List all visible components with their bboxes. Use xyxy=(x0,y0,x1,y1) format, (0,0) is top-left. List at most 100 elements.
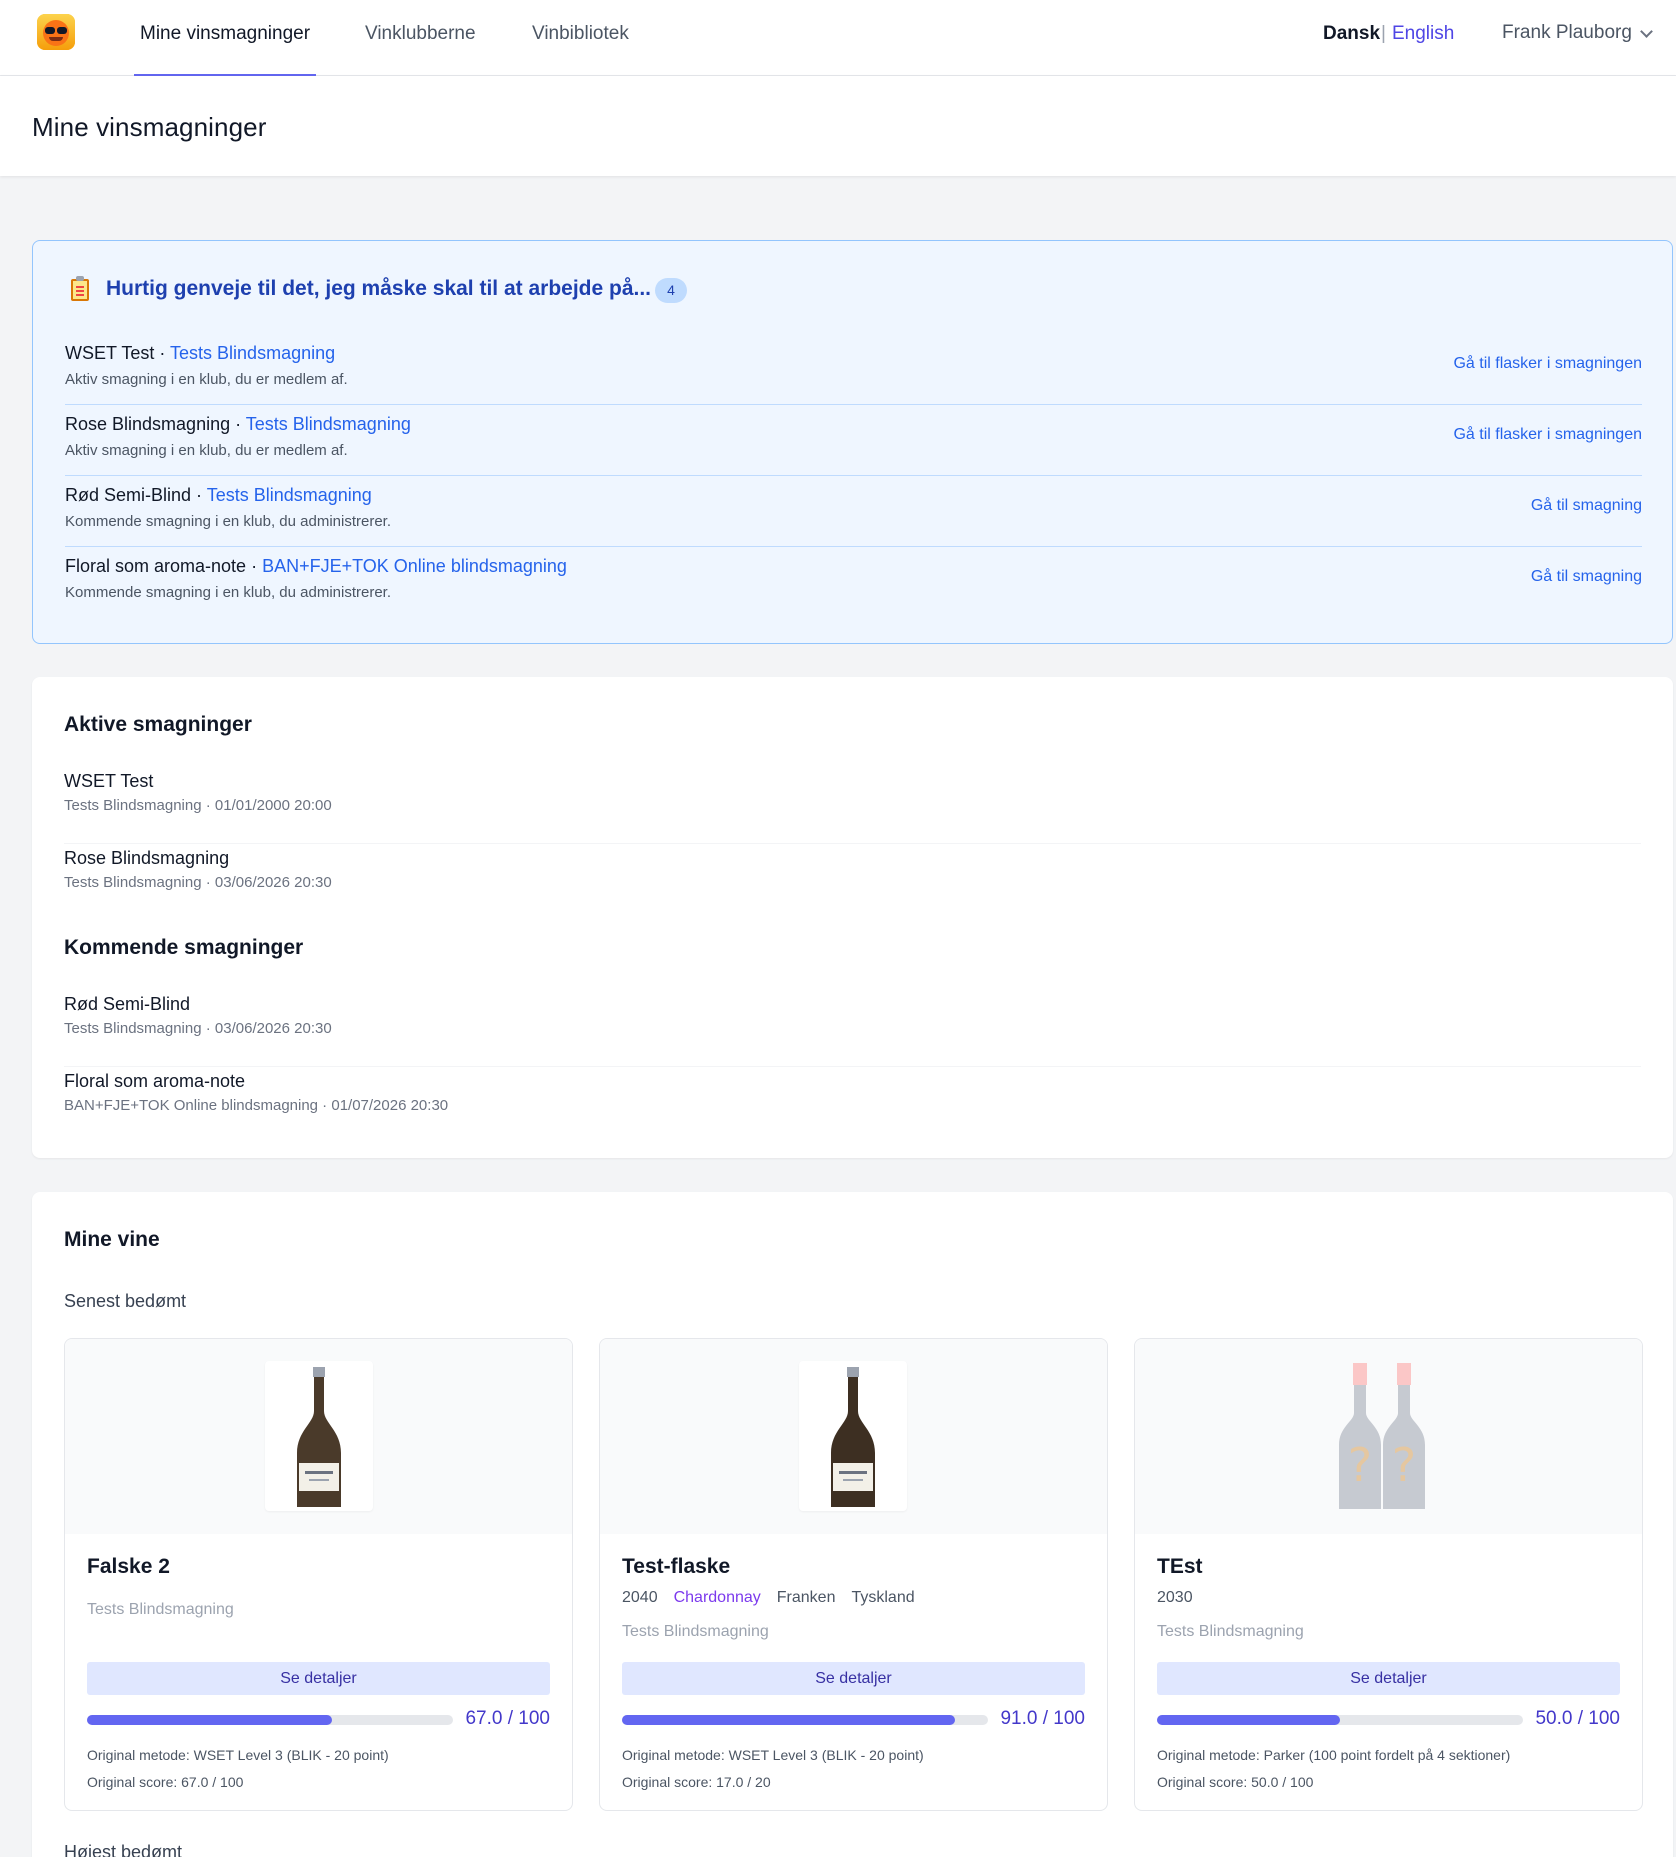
shortcut-item: Floral som aroma-note · BAN+FJE+TOK Onli… xyxy=(65,547,1642,618)
language-separator: | xyxy=(1381,23,1386,44)
wine-image-area: ? ? xyxy=(1135,1339,1642,1534)
shortcut-separator: · xyxy=(230,414,246,434)
wine-card: ? ? TEst 2030 Tests Blindsmagning Se det… xyxy=(1134,1338,1643,1811)
tasting-name: Rød Semi-Blind xyxy=(64,994,191,1014)
shortcut-action-link[interactable]: Gå til flasker i smagningen xyxy=(1453,426,1642,444)
language-english-link[interactable]: English xyxy=(1392,22,1454,46)
my-wines-card: Mine vine Senest bedømt Falske 2 Tests B… xyxy=(32,1192,1673,1857)
chevron-down-icon[interactable] xyxy=(1640,25,1653,38)
tasting-row[interactable]: Rød Semi-Blind Tests Blindsmagning · 03/… xyxy=(64,990,1641,1067)
wine-name: Falske 2 xyxy=(87,1555,170,1578)
shortcut-club-link[interactable]: Tests Blindsmagning xyxy=(207,485,372,505)
tasting-name: Floral som aroma-note xyxy=(64,1071,246,1091)
original-score: Original score: 17.0 / 20 xyxy=(622,1774,771,1790)
wine-tags: 2030 xyxy=(1157,1589,1209,1607)
wine-card: Falske 2 Tests Blindsmagning Se detaljer… xyxy=(64,1338,573,1811)
see-details-button[interactable]: Se detaljer xyxy=(87,1662,550,1695)
tasting-name: Rose Blindsmagning xyxy=(64,848,230,868)
wine-name: Test-flaske xyxy=(622,1555,731,1578)
score-progress-bar xyxy=(87,1715,453,1725)
shortcut-club-link[interactable]: Tests Blindsmagning xyxy=(170,343,335,363)
score-value: 67.0 / 100 xyxy=(465,1708,550,1729)
active-tastings-title: Aktive smagninger xyxy=(64,713,252,736)
wine-name: TEst xyxy=(1157,1555,1203,1578)
top-navigation: Mine vinsmagninger Vinklubberne Vinbibli… xyxy=(0,0,1676,76)
shortcut-title-line: Floral som aroma-note · BAN+FJE+TOK Onli… xyxy=(65,556,567,577)
shortcut-item: Rød Semi-Blind · Tests Blindsmagning Kom… xyxy=(65,476,1642,547)
shortcut-separator: · xyxy=(154,343,171,363)
shortcut-subtitle: Aktiv smagning i en klub, du er medlem a… xyxy=(65,371,348,388)
wine-vintage: 2040 xyxy=(622,1589,658,1606)
shortcut-tasting-name: Rød Semi-Blind xyxy=(65,485,192,505)
nav-tab-vinbibliotek[interactable]: Vinbibliotek xyxy=(532,22,629,46)
shortcut-action-link[interactable]: Gå til smagning xyxy=(1531,568,1642,586)
language-danish[interactable]: Dansk xyxy=(1323,22,1380,46)
shortcut-item: Rose Blindsmagning · Tests Blindsmagning… xyxy=(65,405,1642,476)
score-progress-fill xyxy=(1157,1715,1340,1725)
wine-country: Tyskland xyxy=(851,1589,915,1606)
recently-rated-title: Senest bedømt xyxy=(64,1291,187,1311)
score-progress-fill xyxy=(87,1715,333,1725)
score-value: 50.0 / 100 xyxy=(1535,1708,1620,1729)
shortcut-separator: · xyxy=(191,485,207,505)
wine-grape-link[interactable]: Chardonnay xyxy=(674,1589,761,1606)
nav-tab-mine-vinsmagninger[interactable]: Mine vinsmagninger xyxy=(140,22,310,46)
see-details-button[interactable]: Se detaljer xyxy=(622,1662,1085,1695)
wine-tags: 2040 Chardonnay Franken Tyskland xyxy=(622,1589,931,1607)
wine-club: Tests Blindsmagning xyxy=(87,1601,234,1618)
shortcuts-title: Hurtig genveje til det, jeg måske skal t… xyxy=(106,277,652,300)
tasting-row[interactable]: WSET Test Tests Blindsmagning · 01/01/20… xyxy=(64,767,1641,844)
page-header: Mine vinsmagninger xyxy=(0,76,1676,176)
tastings-card: Aktive smagninger WSET Test Tests Blinds… xyxy=(32,677,1673,1158)
shortcut-title-line: Rose Blindsmagning · Tests Blindsmagning xyxy=(65,414,411,435)
tasting-meta: Tests Blindsmagning · 03/06/2026 20:30 xyxy=(64,1020,332,1037)
tasting-name: WSET Test xyxy=(64,771,154,791)
shortcut-subtitle: Kommende smagning i en klub, du administ… xyxy=(65,513,392,530)
svg-text:?: ? xyxy=(1392,1438,1416,1492)
original-score: Original score: 67.0 / 100 xyxy=(87,1774,244,1790)
shortcut-tasting-name: Floral som aroma-note xyxy=(65,556,247,576)
tasting-row[interactable]: Floral som aroma-note BAN+FJE+TOK Online… xyxy=(64,1067,1641,1144)
shortcuts-panel: Hurtig genveje til det, jeg måske skal t… xyxy=(32,240,1673,644)
wine-club: Tests Blindsmagning xyxy=(622,1623,769,1640)
wine-image-area xyxy=(600,1339,1107,1534)
shortcut-subtitle: Kommende smagning i en klub, du administ… xyxy=(65,584,392,601)
score-progress-bar xyxy=(1157,1715,1523,1725)
wine-vintage: 2030 xyxy=(1157,1589,1193,1606)
shortcut-item: WSET Test · Tests Blindsmagning Aktiv sm… xyxy=(65,334,1642,405)
upcoming-tastings-title: Kommende smagninger xyxy=(64,936,304,959)
unknown-bottles-icon: ? ? xyxy=(1335,1361,1443,1511)
shortcuts-count-badge: 4 xyxy=(655,278,687,303)
tasting-meta: BAN+FJE+TOK Online blindsmagning · 01/07… xyxy=(64,1097,449,1114)
wine-card: Test-flaske 2040 Chardonnay Franken Tysklan… xyxy=(599,1338,1108,1811)
white-wine-bottle-icon xyxy=(799,1361,907,1511)
original-method: Original metode: WSET Level 3 (BLIK - 20… xyxy=(87,1747,389,1763)
shortcut-club-link[interactable]: Tests Blindsmagning xyxy=(246,414,411,434)
wine-image-area xyxy=(65,1339,572,1534)
shortcut-title-line: Rød Semi-Blind · Tests Blindsmagning xyxy=(65,485,372,506)
white-wine-bottle-icon xyxy=(265,1361,373,1511)
tasting-row[interactable]: Rose Blindsmagning Tests Blindsmagning ·… xyxy=(64,844,1641,921)
shortcut-action-link[interactable]: Gå til flasker i smagningen xyxy=(1453,355,1642,373)
original-score: Original score: 50.0 / 100 xyxy=(1157,1774,1314,1790)
shortcut-club-link[interactable]: BAN+FJE+TOK Online blindsmagning xyxy=(262,556,567,576)
score-value: 91.0 / 100 xyxy=(1000,1708,1085,1729)
highest-rated-title: Højest bedømt xyxy=(64,1842,183,1857)
shortcut-separator: · xyxy=(246,556,263,576)
tasting-meta: Tests Blindsmagning · 01/01/2000 20:00 xyxy=(64,797,332,814)
shortcut-subtitle: Aktiv smagning i en klub, du er medlem a… xyxy=(65,442,348,459)
app-logo-icon[interactable] xyxy=(37,14,75,50)
tasting-meta: Tests Blindsmagning · 03/06/2026 20:30 xyxy=(64,874,332,891)
see-details-button[interactable]: Se detaljer xyxy=(1157,1662,1620,1695)
svg-text:?: ? xyxy=(1348,1438,1372,1492)
original-method: Original metode: WSET Level 3 (BLIK - 20… xyxy=(622,1747,924,1763)
shortcut-title-line: WSET Test · Tests Blindsmagning xyxy=(65,343,335,364)
my-wines-title: Mine vine xyxy=(64,1228,160,1251)
wine-club: Tests Blindsmagning xyxy=(1157,1623,1304,1640)
nav-tab-vinklubberne[interactable]: Vinklubberne xyxy=(365,22,476,46)
user-menu-button[interactable]: Frank Plauborg xyxy=(1502,20,1632,46)
page-title: Mine vinsmagninger xyxy=(32,112,267,142)
shortcut-action-link[interactable]: Gå til smagning xyxy=(1531,497,1642,515)
clipboard-icon xyxy=(71,276,89,301)
original-method: Original metode: Parker (100 point forde… xyxy=(1157,1747,1511,1763)
